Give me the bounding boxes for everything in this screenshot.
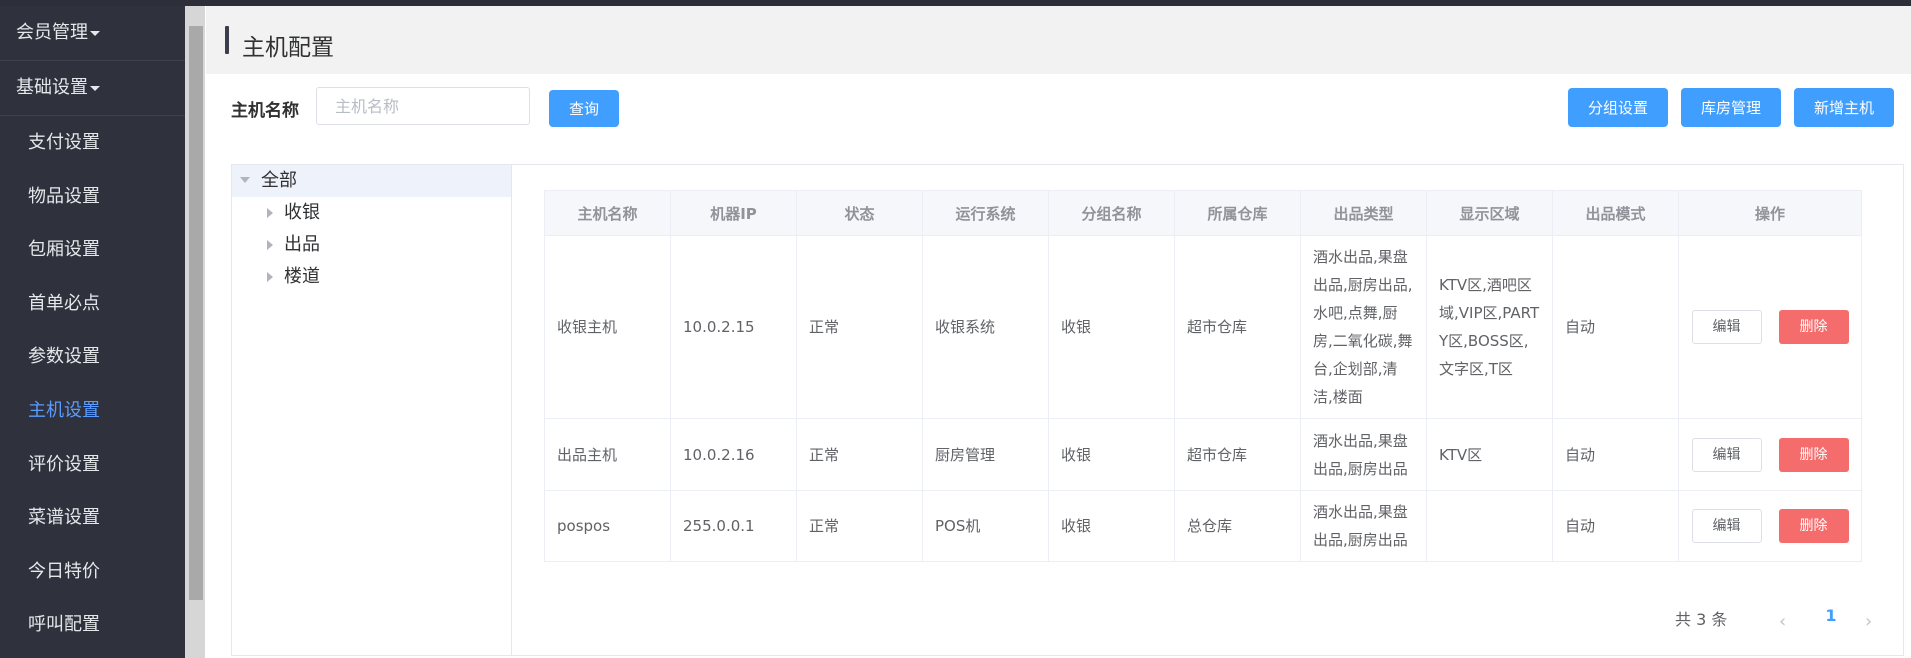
pagination-total-text: 共 3 条 bbox=[1675, 610, 1728, 629]
group-tree: 全部 收银 出品 楼道 bbox=[232, 165, 512, 655]
tree-node-label: 出品 bbox=[284, 234, 320, 255]
cell-output-types: 酒水出品,果盘出品,厨房出品 bbox=[1300, 490, 1427, 562]
edit-button[interactable]: 编辑 bbox=[1691, 310, 1762, 344]
table-row: 收银主机 10.0.2.15 正常 收银系统 收银 超市仓库 酒水出品,果盘出品… bbox=[544, 235, 1862, 419]
page-title: 主机配置 bbox=[242, 35, 334, 61]
cell-system: 收银系统 bbox=[922, 235, 1049, 419]
sidebar-item-rooms[interactable]: 包厢设置 bbox=[0, 223, 185, 277]
sidebar-scrollbar-thumb[interactable] bbox=[189, 26, 203, 600]
sidebar-item-menu[interactable]: 菜谱设置 bbox=[0, 491, 185, 545]
cell-ip: 10.0.2.16 bbox=[670, 418, 797, 491]
cell-host-name: 收银主机 bbox=[544, 235, 671, 419]
title-bar: 主机配置 bbox=[206, 6, 1911, 74]
sidebar-group-basic-settings[interactable]: 基础设置 bbox=[0, 61, 185, 116]
column-header: 出品类型 bbox=[1300, 190, 1427, 236]
pagination-page-current[interactable]: 1 bbox=[1817, 606, 1845, 625]
caret-down-icon bbox=[90, 85, 100, 91]
chevron-left-icon[interactable]: ‹ bbox=[1779, 611, 1786, 632]
cell-output-mode: 自动 bbox=[1552, 490, 1679, 562]
cell-output-mode: 自动 bbox=[1552, 418, 1679, 491]
sidebar-item-call-config[interactable]: 呼叫配置 bbox=[0, 598, 185, 652]
main-content: 主机配置 主机名称 查询 分组设置 库房管理 新增主机 全部 收银 出品 楼道 bbox=[206, 6, 1911, 658]
column-header: 所属仓库 bbox=[1174, 190, 1301, 236]
cell-status: 正常 bbox=[796, 418, 923, 491]
cell-output-mode: 自动 bbox=[1552, 235, 1679, 419]
cell-actions: 编辑 删除 bbox=[1678, 490, 1862, 562]
table-row: pospos 255.0.0.1 正常 POS机 收银 总仓库 酒水出品,果盘出… bbox=[544, 490, 1862, 562]
group-settings-button[interactable]: 分组设置 bbox=[1568, 88, 1668, 127]
sidebar-group-member[interactable]: 会员管理 bbox=[0, 6, 185, 61]
cell-display-area bbox=[1426, 490, 1553, 562]
sidebar-group-label: 会员管理 bbox=[16, 22, 88, 43]
cell-actions: 编辑 删除 bbox=[1678, 418, 1862, 491]
tree-node-label: 全部 bbox=[261, 170, 297, 191]
sidebar-item-host[interactable]: 主机设置 bbox=[0, 384, 185, 438]
cell-status: 正常 bbox=[796, 490, 923, 562]
tree-node-cashier[interactable]: 收银 bbox=[232, 197, 511, 229]
edit-button[interactable]: 编辑 bbox=[1691, 509, 1762, 543]
cell-warehouse: 超市仓库 bbox=[1174, 235, 1301, 419]
host-table: 主机名称 机器IP 状态 运行系统 分组名称 所属仓库 出品类型 显示区域 出品… bbox=[544, 190, 1862, 562]
sidebar-item-daily-special[interactable]: 今日特价 bbox=[0, 545, 185, 599]
sidebar-item-payment[interactable]: 支付设置 bbox=[0, 116, 185, 170]
sidebar-item-params[interactable]: 参数设置 bbox=[0, 330, 185, 384]
edit-button[interactable]: 编辑 bbox=[1691, 437, 1762, 472]
cell-output-types: 酒水出品,果盘出品,厨房出品,水吧,点舞,厨房,二氧化碳,舞台,企划部,清洁,楼… bbox=[1300, 235, 1427, 419]
cell-system: 厨房管理 bbox=[922, 418, 1049, 491]
tree-node-all[interactable]: 全部 bbox=[232, 165, 511, 197]
caret-down-icon bbox=[90, 30, 100, 36]
caret-down-icon[interactable] bbox=[240, 177, 250, 183]
title-marker bbox=[225, 26, 229, 54]
caret-right-icon[interactable] bbox=[267, 208, 273, 218]
column-header: 出品模式 bbox=[1552, 190, 1679, 236]
cell-group: 收银 bbox=[1048, 490, 1175, 562]
table-row: 出品主机 10.0.2.16 正常 厨房管理 收银 超市仓库 酒水出品,果盘出品… bbox=[544, 418, 1862, 491]
column-header: 分组名称 bbox=[1048, 190, 1175, 236]
chevron-right-icon[interactable]: › bbox=[1865, 611, 1872, 632]
query-button[interactable]: 查询 bbox=[549, 90, 619, 127]
column-header: 显示区域 bbox=[1426, 190, 1553, 236]
tree-node-label: 楼道 bbox=[284, 266, 320, 287]
cell-system: POS机 bbox=[922, 490, 1049, 562]
cell-host-name: 出品主机 bbox=[544, 418, 671, 491]
sidebar: 会员管理 基础设置 支付设置 物品设置 包厢设置 首单必点 参数设置 主机设置 … bbox=[0, 6, 185, 658]
delete-button[interactable]: 删除 bbox=[1778, 437, 1849, 472]
host-name-search-input[interactable] bbox=[316, 87, 530, 125]
tree-node-corridor[interactable]: 楼道 bbox=[232, 261, 511, 293]
tree-node-label: 收银 bbox=[284, 202, 320, 223]
cell-warehouse: 超市仓库 bbox=[1174, 418, 1301, 491]
cell-ip: 255.0.0.1 bbox=[670, 490, 797, 562]
cell-status: 正常 bbox=[796, 235, 923, 419]
cell-display-area: KTV区 bbox=[1426, 418, 1553, 491]
sidebar-item-first-order[interactable]: 首单必点 bbox=[0, 277, 185, 331]
sidebar-group-label: 基础设置 bbox=[16, 77, 88, 98]
caret-right-icon[interactable] bbox=[267, 272, 273, 282]
sidebar-item-review[interactable]: 评价设置 bbox=[0, 438, 185, 492]
cell-actions: 编辑 删除 bbox=[1678, 235, 1862, 419]
cell-warehouse: 总仓库 bbox=[1174, 490, 1301, 562]
delete-button[interactable]: 删除 bbox=[1778, 509, 1849, 543]
host-name-label: 主机名称 bbox=[231, 101, 299, 121]
column-header: 操作 bbox=[1678, 190, 1862, 236]
content-panel: 全部 收银 出品 楼道 主机名称 机器IP 状态 运行系统 分组名称 所属仓库 … bbox=[231, 164, 1904, 656]
caret-right-icon[interactable] bbox=[267, 240, 273, 250]
tree-node-output[interactable]: 出品 bbox=[232, 229, 511, 261]
table-header-row: 主机名称 机器IP 状态 运行系统 分组名称 所属仓库 出品类型 显示区域 出品… bbox=[544, 190, 1862, 236]
column-header: 运行系统 bbox=[922, 190, 1049, 236]
add-host-button[interactable]: 新增主机 bbox=[1794, 88, 1894, 127]
column-header: 机器IP bbox=[670, 190, 797, 236]
cell-display-area: KTV区,酒吧区域,VIP区,PARTY区,BOSS区,文字区,T区 bbox=[1426, 235, 1553, 419]
sidebar-item-goods[interactable]: 物品设置 bbox=[0, 170, 185, 224]
cell-group: 收银 bbox=[1048, 418, 1175, 491]
warehouse-management-button[interactable]: 库房管理 bbox=[1681, 88, 1781, 127]
cell-host-name: pospos bbox=[544, 490, 671, 562]
delete-button[interactable]: 删除 bbox=[1778, 310, 1849, 344]
cell-output-types: 酒水出品,果盘出品,厨房出品 bbox=[1300, 418, 1427, 491]
column-header: 主机名称 bbox=[544, 190, 671, 236]
column-header: 状态 bbox=[796, 190, 923, 236]
cell-ip: 10.0.2.15 bbox=[670, 235, 797, 419]
cell-group: 收银 bbox=[1048, 235, 1175, 419]
